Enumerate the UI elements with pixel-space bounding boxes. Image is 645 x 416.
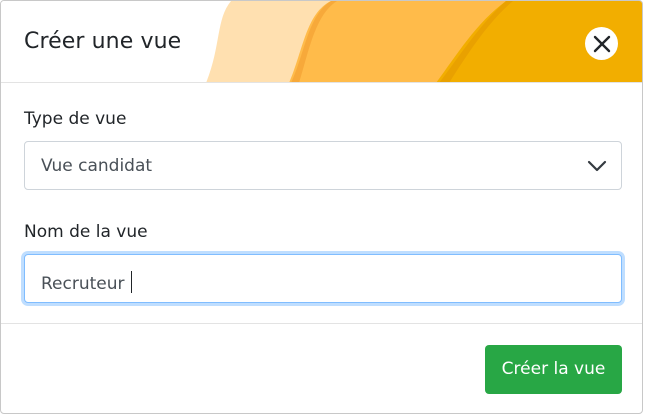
close-icon [593, 35, 610, 52]
modal-footer: Créer la vue [1, 323, 642, 413]
view-type-label: Type de vue [24, 109, 127, 129]
modal-header: Créer une vue [1, 1, 642, 83]
modal-body: Type de vue Vue candidat Nom de la vue R… [1, 84, 642, 323]
modal-title: Créer une vue [24, 29, 182, 54]
view-name-input[interactable]: Recruteur [24, 254, 622, 303]
close-button[interactable] [585, 27, 618, 60]
create-view-button[interactable]: Créer la vue [485, 345, 622, 394]
create-view-modal: Créer une vue Type de vue Vue candidat N… [0, 0, 643, 414]
view-type-selected-value: Vue candidat [41, 156, 153, 176]
text-caret [130, 271, 132, 293]
view-name-label: Nom de la vue [24, 222, 148, 242]
chevron-down-icon [587, 160, 607, 172]
view-name-text: Recruteur [41, 274, 125, 294]
view-type-select[interactable]: Vue candidat [24, 141, 622, 190]
view-name-input-value: Recruteur [41, 271, 132, 293]
